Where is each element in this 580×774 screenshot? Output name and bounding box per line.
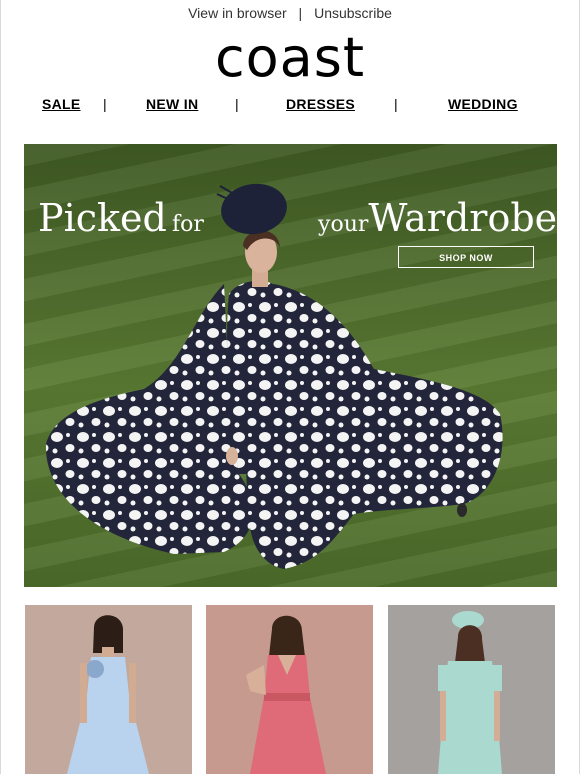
product-card-mint-dress[interactable] <box>388 605 555 774</box>
nav-item-new-in[interactable]: NEW IN <box>146 96 198 112</box>
product-image <box>206 605 373 774</box>
nav-item-wedding[interactable]: WEDDING <box>448 96 518 112</box>
hero-headline-word: Picked <box>38 196 167 240</box>
main-nav: SALE | NEW IN | DRESSES | WEDDING <box>0 96 580 116</box>
nav-separator: | <box>235 96 239 112</box>
product-card-pink-dress[interactable] <box>206 605 373 774</box>
brand-logo[interactable]: coast <box>0 28 580 88</box>
product-image <box>388 605 555 774</box>
nav-item-dresses[interactable]: DRESSES <box>286 96 355 112</box>
shop-now-button[interactable]: SHOP NOW <box>398 246 534 268</box>
nav-separator: | <box>394 96 398 112</box>
nav-separator: | <box>103 96 107 112</box>
nav-item-sale[interactable]: SALE <box>42 96 81 112</box>
frame-line-left <box>0 0 1 774</box>
preheader-separator: | <box>298 5 303 21</box>
unsubscribe-link[interactable]: Unsubscribe <box>314 5 392 21</box>
hero-headline: Picked for yourWardrobe <box>38 196 557 246</box>
product-grid <box>25 605 555 774</box>
view-in-browser-link[interactable]: View in browser <box>188 5 287 21</box>
hero-banner[interactable]: Picked for yourWardrobe SHOP NOW <box>24 144 557 587</box>
product-card-blue-dress[interactable] <box>25 605 192 774</box>
preheader: View in browser | Unsubscribe <box>0 4 580 22</box>
hero-headline-word: for <box>171 212 204 237</box>
hero-headline-word: your <box>318 212 369 237</box>
product-image <box>25 605 192 774</box>
hero-headline-word: Wardrobe <box>368 196 557 240</box>
